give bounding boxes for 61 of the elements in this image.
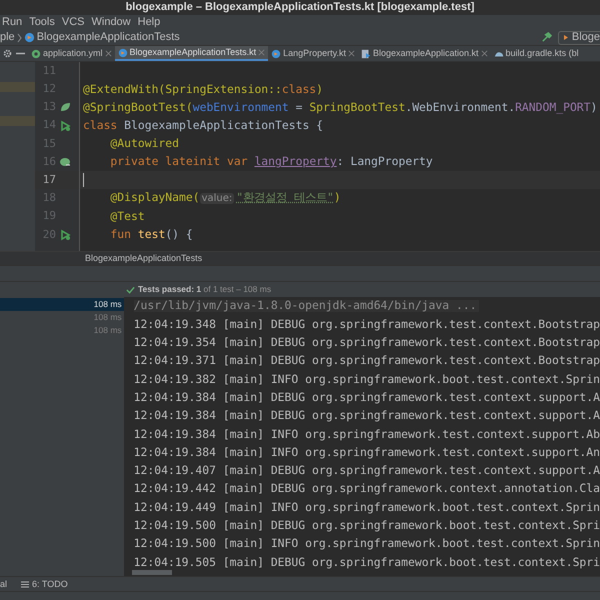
settings-icon[interactable] [3,49,12,58]
check-icon [126,286,135,294]
console-line: 12:04:19.384 [main] INFO org.springframework.test.context.support.Ab [134,426,600,443]
breadcrumb-item[interactable]: ple [0,32,15,43]
kotlin-file-icon [118,48,128,58]
console-line: 12:04:19.384 [main] DEBUG org.springframework.test.context.support.A [134,407,600,424]
code-line: @ExtendWith(SpringExtension::class) [83,84,324,95]
editor-tab[interactable]: build.gradle.kts (bl [490,46,582,61]
code-line: fun test() { [109,229,193,240]
console-line: 12:04:19.505 [main] DEBUG org.springframework.boot.test.context.Spri [134,554,600,571]
console-line: 12:04:19.371 [main] DEBUG org.springframework.test.context.Bootstrap [134,352,600,370]
list-icon [21,580,30,588]
kotlin-file-icon [360,48,371,58]
editor-breadcrumb[interactable]: BlogexampleApplicationTests [85,254,202,263]
run-test-icon[interactable] [59,228,71,241]
scrollbar-thumb[interactable] [132,570,172,575]
run-test-icon[interactable] [59,120,71,132]
line-number: 17 [42,172,56,188]
yaml-file-icon [31,48,41,58]
menu-item[interactable]: Window [92,17,131,28]
console-line: 12:04:19.384 [main] INFO org.springframework.test.context.support.An [134,444,600,461]
code-line: @Test [109,210,145,222]
kotlin-file-icon [271,48,282,58]
console-line: 12:04:19.500 [main] DEBUG org.springframework.boot.test.context.Spri [134,517,600,534]
console-line: 12:04:19.348 [main] DEBUG org.springframework.test.context.Bootstrap [134,316,600,333]
console-command: /usr/lib/jvm/java-1.8.0-openjdk-amd64/bin/java ... [134,300,479,312]
tool-window-button[interactable]: al [0,580,8,588]
window-title: blogexample – BlogexampleApplicationTests.kt [blogexample.test] [126,2,474,13]
editor-tab[interactable]: BlogexampleApplicationTests.kt [114,46,268,61]
close-icon[interactable] [258,49,266,56]
console-line: 12:04:19.442 [main] DEBUG org.springframework.context.annotation.Cla [134,480,600,498]
console-line: 12:04:19.449 [main] INFO org.springframework.boot.test.context.Sprin [134,498,600,516]
console-line: 12:04:19.500 [main] INFO org.springframework.boot.test.context.Sprin [134,535,600,552]
chevron-icon [16,32,22,42]
editor-tab[interactable]: LangProperty.kt [268,46,358,61]
tool-window-button[interactable]: 6: TODO [21,580,68,588]
console-line: 12:04:19.354 [main] DEBUG org.springframework.test.context.Bootstrap [134,334,600,352]
menu-item[interactable]: VCS [62,17,84,28]
code-line: @DisplayName( value: "환경설정 테스트") [109,192,341,204]
code-line: class BlogexampleApplicationTests { [83,120,324,132]
editor-tab[interactable]: application.yml [28,46,115,61]
breadcrumb-item[interactable]: BlogexampleApplicationTests [36,32,180,43]
console-line: 12:04:19.407 [main] DEBUG org.springframework.test.context.support.A [134,462,600,480]
menu-item[interactable]: Help [138,17,160,28]
hammer-icon[interactable] [540,32,552,43]
close-icon[interactable] [480,50,488,57]
close-icon[interactable] [104,50,112,57]
menu-item[interactable]: Run [2,17,22,28]
close-icon[interactable] [348,50,355,57]
leaf-icon[interactable] [59,101,71,114]
test-class-icon [24,32,35,43]
menu-item[interactable]: Tools [29,17,55,28]
editor-tab[interactable]: BlogexampleApplication.kt [358,46,491,61]
code-line: @Autowired [109,138,180,150]
run-configuration-dropdown[interactable]: Bloge [558,30,600,44]
code-line: private lateinit var langProperty: LangProperty [109,156,433,168]
console-line: 12:04:19.382 [main] INFO org.springframework.boot.test.context.Sprin [134,370,600,388]
test-status: Tests passed: 1 of 1 test – 108 ms [138,285,272,294]
code-line: @SpringBootTest(webEnvironment = SpringBootTest.WebEnvironment.RANDOM_PORT) [83,102,598,114]
console-line: 12:04:19.384 [main] DEBUG org.springframework.test.context.support.A [134,388,600,406]
test-tree-row[interactable]: 108 ms [0,298,124,311]
